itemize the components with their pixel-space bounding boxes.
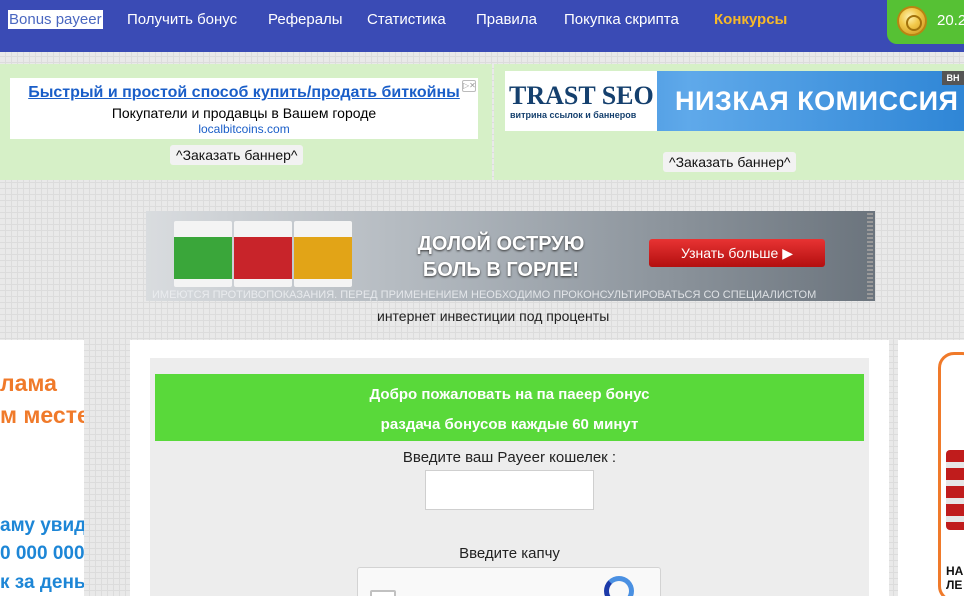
left-ad-line1: лама — [0, 370, 57, 396]
trastseo-banner-ad[interactable]: TRAST SEO витрина ссылок и баннеров НИЗК… — [505, 71, 964, 131]
left-ad-line5: к за день — [0, 572, 84, 593]
wallet-label: Введите ваш Payeer кошелек : — [402, 449, 617, 466]
site-tagline: интернет инвестиции под проценты — [377, 308, 610, 324]
pills-image — [946, 450, 964, 530]
trastseo-logo-text: TRAST SEO — [509, 81, 654, 110]
ad-url[interactable]: localbitcoins.com — [10, 122, 478, 136]
balance-badge[interactable]: 20.2 — [887, 0, 964, 44]
nav-referrals[interactable]: Рефералы — [268, 11, 343, 28]
learn-more-label: Узнать больше — [681, 245, 779, 261]
right-side-ad[interactable]: НА ЛЕ — [898, 340, 964, 596]
play-arrow-icon: ▶ — [782, 245, 793, 261]
recaptcha-checkbox[interactable] — [370, 590, 396, 596]
welcome-subtitle: раздача бонусов каждые 60 минут — [380, 416, 639, 433]
pharma-headline-line1: ДОЛОЙ ОСТРУЮ — [417, 233, 585, 255]
right-ad-caption1: НА — [946, 564, 964, 578]
welcome-title: Добро пожаловать на па паеер бонус — [369, 386, 650, 403]
nav-get-bonus[interactable]: Получить бонус — [127, 11, 237, 28]
captcha-label: Введите капчу — [459, 545, 560, 562]
coin-icon — [897, 6, 927, 36]
welcome-banner: Добро пожаловать на па паеер бонус разда… — [155, 374, 864, 441]
pharma-headline: ДОЛОЙ ОСТРУЮ БОЛЬ В ГОРЛЕ! — [416, 231, 586, 283]
product-box-red — [234, 221, 292, 287]
nav-statistics[interactable]: Статистика — [367, 11, 446, 28]
recaptcha-logo-icon — [604, 576, 634, 596]
trastseo-corner-label: ВН — [942, 71, 964, 85]
left-ad-line2: м месте — [0, 402, 84, 428]
nav-brand-link[interactable]: Bonus payeer — [8, 10, 103, 29]
bitcoin-text-ad[interactable]: Быстрый и простой способ купить/продать … — [10, 78, 478, 139]
top-navigation: Bonus payeer Получить бонус Рефералы Ста… — [0, 0, 964, 52]
adchoices-icon[interactable]: ▷✕ — [462, 80, 476, 92]
nav-buy-script[interactable]: Покупка скрипта — [564, 11, 679, 28]
left-ad-line4: 0 000 000 — [0, 543, 84, 564]
left-side-ad[interactable]: лама м месте аму увидят 0 000 000 к за д… — [0, 340, 84, 596]
product-box-kids — [294, 221, 352, 287]
trastseo-logo-subtitle: витрина ссылок и баннеров — [510, 110, 637, 120]
order-banner-left-button[interactable]: ^Заказать баннер^ — [170, 145, 304, 165]
pharma-banner-ad[interactable]: ДОЛОЙ ОСТРУЮ БОЛЬ В ГОРЛЕ! Узнать больше… — [146, 211, 875, 301]
pharma-headline-line2: БОЛЬ В ГОРЛЕ! — [422, 259, 580, 281]
order-banner-right-button[interactable]: ^Заказать баннер^ — [663, 152, 797, 172]
nav-contests[interactable]: Конкурсы — [714, 11, 787, 28]
pharma-warning: ИМЕЮТСЯ ПРОТИВОПОКАЗАНИЯ. ПЕРЕД ПРИМЕНЕН… — [152, 289, 817, 301]
right-ad-caption2: ЛЕ — [946, 578, 963, 592]
left-ad-line3: аму увидят — [0, 515, 84, 536]
ad-description: Покупатели и продавцы в Вашем городе — [111, 105, 377, 121]
ad-title-link[interactable]: Быстрый и простой способ купить/продать … — [10, 84, 478, 102]
balance-value: 20.2 — [937, 12, 964, 29]
trastseo-logo: TRAST SEO витрина ссылок и баннеров — [505, 71, 657, 131]
pharma-side-fineprint — [867, 213, 873, 299]
learn-more-button[interactable]: Узнать больше ▶ — [649, 239, 825, 267]
product-box-green — [174, 221, 232, 287]
trastseo-slogan: НИЗКАЯ КОМИССИЯ — [675, 86, 959, 116]
nav-rules[interactable]: Правила — [476, 11, 537, 28]
payeer-wallet-input[interactable] — [425, 470, 594, 510]
recaptcha-widget[interactable] — [357, 567, 661, 596]
